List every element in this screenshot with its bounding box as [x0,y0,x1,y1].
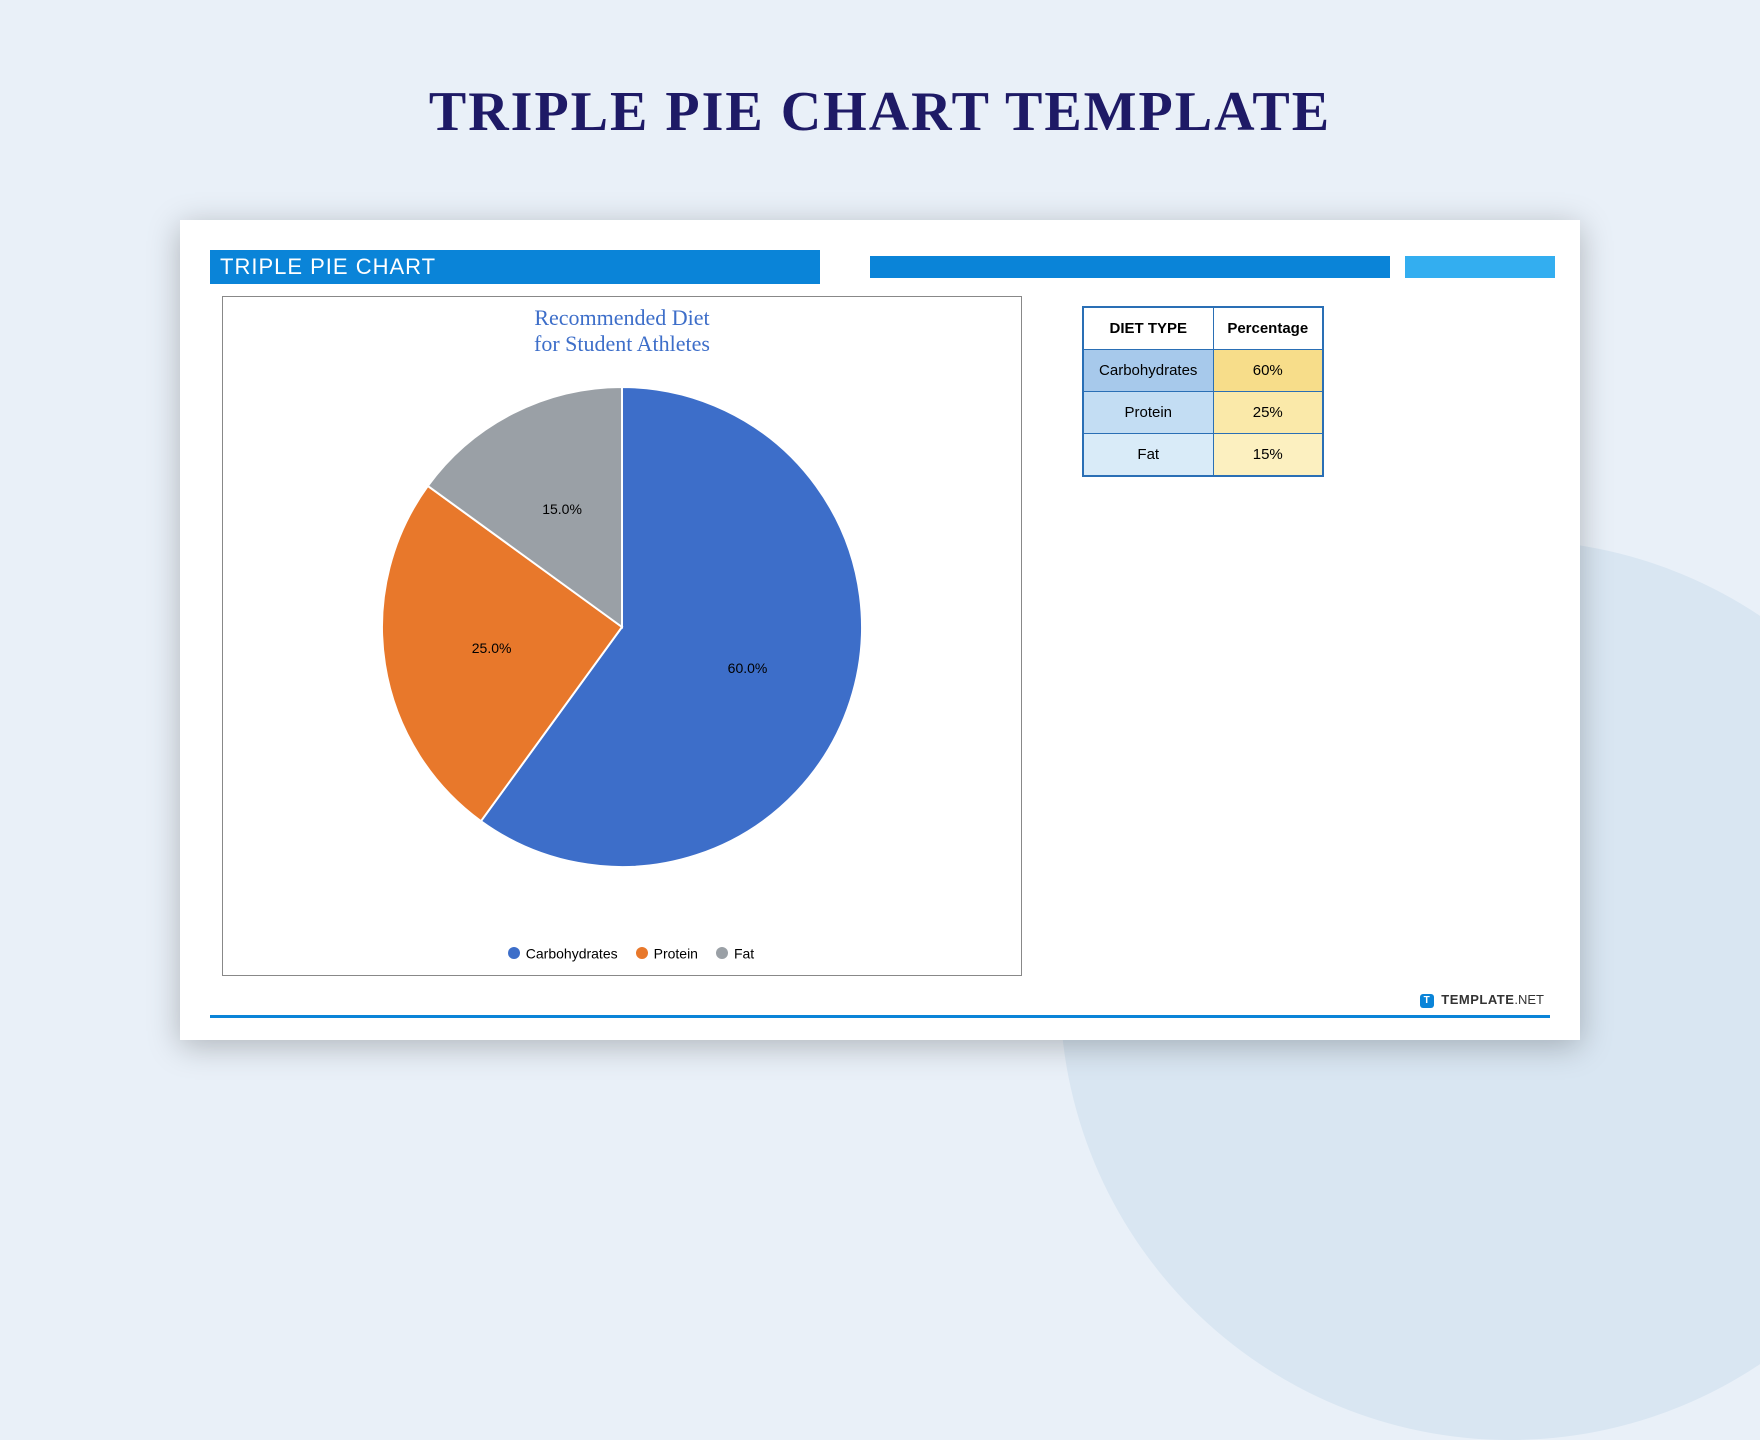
card-header-title: TRIPLE PIE CHART [210,250,820,284]
footer-divider [210,1015,1550,1018]
header-stripe-mid [870,256,1390,278]
pie-slice-label: 15.0% [542,501,582,517]
brand-tld: .NET [1514,992,1544,1007]
table-head-percentage: Percentage [1213,307,1323,350]
pie-slice-label: 25.0% [472,640,512,656]
table-row: Carbohydrates 60% [1083,350,1323,392]
table-header-row: DIET TYPE Percentage [1083,307,1323,350]
brand-mark: T TEMPLATE.NET [1420,992,1544,1008]
card-header-bar: TRIPLE PIE CHART [210,250,1550,286]
data-table: DIET TYPE Percentage Carbohydrates 60% P… [1082,306,1324,477]
table-cell-value: 60% [1213,350,1323,392]
chart-legend: Carbohydrates Protein Fat [223,944,1021,961]
table-row: Protein 25% [1083,392,1323,434]
legend-label: Fat [734,945,754,961]
header-stripe-right [1405,256,1555,278]
template-card: TRIPLE PIE CHART Recommended Diet for St… [180,220,1580,1040]
table-head-diet-type: DIET TYPE [1083,307,1213,350]
table-row: Fat 15% [1083,434,1323,477]
legend-swatch [636,947,648,959]
legend-label: Protein [654,945,698,961]
pie-chart: 60.0% 25.0% 15.0% [372,377,872,877]
table-cell-category: Fat [1083,434,1213,477]
legend-label: Carbohydrates [526,945,618,961]
legend-swatch [508,947,520,959]
table-cell-category: Protein [1083,392,1213,434]
brand-name: TEMPLATE [1441,992,1514,1007]
chart-title-line1: Recommended Diet [534,305,709,330]
table-cell-value: 25% [1213,392,1323,434]
table-cell-category: Carbohydrates [1083,350,1213,392]
pie-chart-panel: Recommended Diet for Student Athletes 60… [222,296,1022,976]
legend-swatch [716,947,728,959]
page-title: TRIPLE PIE CHART TEMPLATE [0,80,1760,144]
table-cell-value: 15% [1213,434,1323,477]
chart-title-line2: for Student Athletes [534,331,710,356]
chart-title: Recommended Diet for Student Athletes [223,305,1021,358]
pie-slice-label: 60.0% [728,660,768,676]
brand-logo-icon: T [1420,994,1434,1008]
